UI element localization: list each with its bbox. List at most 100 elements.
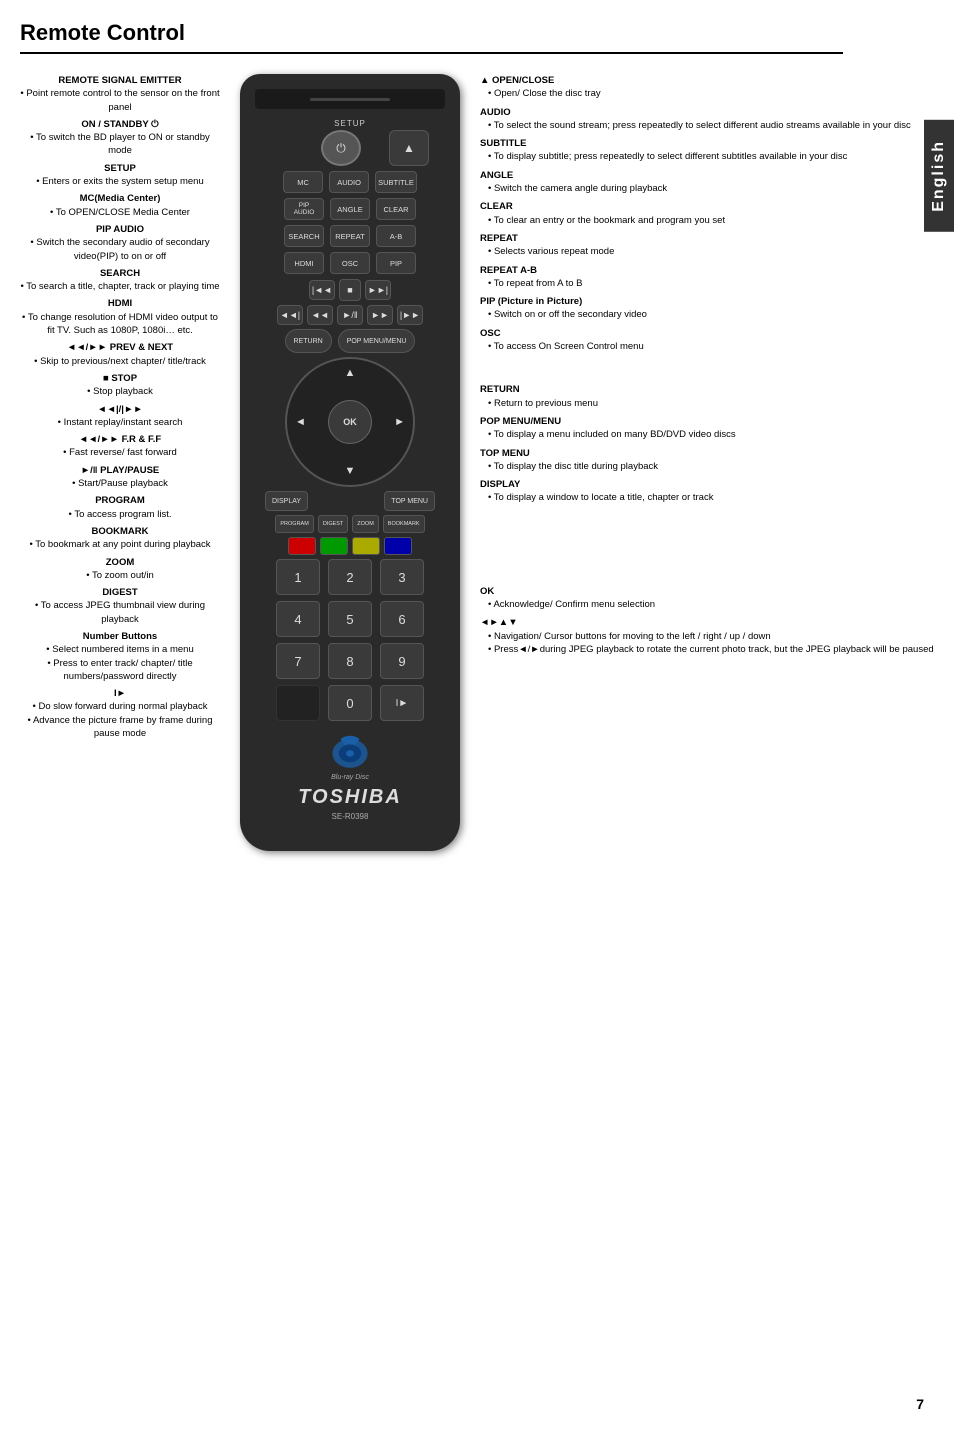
mc-audio-subtitle-row: MC AUDIO SUBTITLE <box>255 171 445 193</box>
label-right-clear: CLEAR <box>480 200 940 213</box>
next-chapter-button[interactable]: ►►| <box>365 280 391 300</box>
hdmi-button[interactable]: HDMI <box>284 252 324 274</box>
zoom-button[interactable]: ZOOM <box>352 515 379 533</box>
section-play-pause: ►/‖ PLAY/PAUSE • Start/Pause playback <box>20 464 220 491</box>
num-6-button[interactable]: 6 <box>380 601 424 637</box>
slow-fwd-button[interactable]: I► <box>380 685 424 721</box>
bluray-area: Blu-ray Disc <box>255 731 445 781</box>
desc-prev-next: • Skip to previous/next chapter/ title/t… <box>20 355 220 368</box>
num-8-button[interactable]: 8 <box>328 643 372 679</box>
label-right-top-menu: TOP MENU <box>480 447 940 460</box>
nav-left-button[interactable]: ◄ <box>295 416 306 428</box>
nav-right-button[interactable]: ► <box>394 416 405 428</box>
label-right-subtitle: SUBTITLE <box>480 137 940 150</box>
num-4-button[interactable]: 4 <box>276 601 320 637</box>
right-repeat: REPEAT • Selects various repeat mode <box>480 232 940 259</box>
desc-bookmark: • To bookmark at any point during playba… <box>20 538 220 551</box>
desc-instant: • Instant replay/instant search <box>20 416 220 429</box>
label-mc: MC(Media Center) <box>20 192 220 205</box>
desc-right-subtitle: • To display subtitle; press repeatedly … <box>480 150 940 163</box>
num-1-button[interactable]: 1 <box>276 559 320 595</box>
desc-right-osc: • To access On Screen Control menu <box>480 340 940 353</box>
program-nav-button[interactable]: PROGRAM <box>275 515 313 533</box>
label-fr-ff: ◄◄/►► F.R & F.F <box>20 433 220 446</box>
label-right-pip: PIP (Picture in Picture) <box>480 295 940 308</box>
prev-button[interactable]: ◄◄ <box>307 305 333 325</box>
rewind-button[interactable]: ◄◄| <box>277 305 303 325</box>
desc-right-nav-1: • Navigation/ Cursor buttons for moving … <box>480 630 940 643</box>
pip-audio-button[interactable]: PIPAUDIO <box>284 198 324 220</box>
angle-button[interactable]: ANGLE <box>330 198 370 220</box>
stop-button[interactable]: ■ <box>339 279 361 301</box>
desc-right-repeat: • Selects various repeat mode <box>480 245 940 258</box>
desc-program: • To access program list. <box>20 508 220 521</box>
bluray-logo-icon <box>325 731 375 771</box>
num-0-button[interactable]: 0 <box>328 685 372 721</box>
num-2-button[interactable]: 2 <box>328 559 372 595</box>
right-repeat-ab: REPEAT A-B • To repeat from A to B <box>480 264 940 291</box>
section-pip-audio: PIP AUDIO • Switch the secondary audio o… <box>20 223 220 263</box>
num-7-button[interactable]: 7 <box>276 643 320 679</box>
return-popmenu-row: RETURN POP MENU/MENU <box>255 329 445 353</box>
section-instant: ◄◄|/|►► • Instant replay/instant search <box>20 403 220 430</box>
audio-button[interactable]: AUDIO <box>329 171 369 193</box>
power-button[interactable]: ⏻ <box>321 130 361 166</box>
remote-body: SETUP ⏻ ▲ MC AUDIO SUBTITLE PIPAUDIO <box>240 74 460 851</box>
label-right-osc: OSC <box>480 327 940 340</box>
digest-button[interactable]: DIGEST <box>318 515 348 533</box>
repeat-button[interactable]: REPEAT <box>330 225 370 247</box>
label-right-display: DISPLAY <box>480 478 940 491</box>
label-right-pop-menu: POP MENU/MENU <box>480 415 940 428</box>
nav-down-button[interactable]: ▼ <box>345 465 356 477</box>
remote-sensor <box>255 89 445 109</box>
label-bookmark: BOOKMARK <box>20 525 220 538</box>
num-5-button[interactable]: 5 <box>328 601 372 637</box>
label-slow-forward: I► <box>20 687 220 700</box>
section-program: PROGRAM • To access program list. <box>20 494 220 521</box>
right-osc: OSC • To access On Screen Control menu <box>480 327 940 354</box>
fast-fwd2-button[interactable]: |►► <box>397 305 423 325</box>
osc-button[interactable]: OSC <box>330 252 370 274</box>
right-ok-section: OK • Acknowledge/ Confirm menu selection… <box>480 585 940 656</box>
return-button[interactable]: RETURN <box>285 329 332 353</box>
red-button[interactable] <box>288 537 316 555</box>
nav-up-button[interactable]: ▲ <box>345 367 356 379</box>
bookmark-button[interactable]: BOOKMARK <box>383 515 425 533</box>
ab-button[interactable]: A-B <box>376 225 416 247</box>
display-topmenu-row: DISPLAY TOP MENU <box>255 491 445 511</box>
desc-right-pip: • Switch on or off the secondary video <box>480 308 940 321</box>
desc-right-nav-2: • Press◄/►during JPEG playback to rotate… <box>480 643 940 656</box>
label-right-repeat: REPEAT <box>480 232 940 245</box>
num-3-button[interactable]: 3 <box>380 559 424 595</box>
right-display: DISPLAY • To display a window to locate … <box>480 478 940 505</box>
mc-button[interactable]: MC <box>283 171 323 193</box>
pip-button[interactable]: PIP <box>376 252 416 274</box>
numpad-row-1: 1 2 3 <box>260 559 440 595</box>
search-button[interactable]: SEARCH <box>284 225 324 247</box>
label-right-ok: OK <box>480 585 940 598</box>
setup-label: SETUP <box>255 119 445 128</box>
desc-search: • To search a title, chapter, track or p… <box>20 280 220 293</box>
green-button[interactable] <box>320 537 348 555</box>
section-digest: DIGEST • To access JPEG thumbnail view d… <box>20 586 220 626</box>
eject-button[interactable]: ▲ <box>389 130 429 166</box>
label-hdmi: HDMI <box>20 297 220 310</box>
section-slow-forward: I► • Do slow forward during normal playb… <box>20 687 220 740</box>
section-mc: MC(Media Center) • To OPEN/CLOSE Media C… <box>20 192 220 219</box>
yellow-button[interactable] <box>352 537 380 555</box>
top-menu-button[interactable]: TOP MENU <box>384 491 435 511</box>
num-9-button[interactable]: 9 <box>380 643 424 679</box>
fast-forward-button[interactable]: ►► <box>367 305 393 325</box>
pop-menu-button[interactable]: POP MENU/MENU <box>338 329 416 353</box>
blue-button[interactable] <box>384 537 412 555</box>
clear-button[interactable]: CLEAR <box>376 198 416 220</box>
display-button[interactable]: DISPLAY <box>265 491 308 511</box>
prev-chapter-button[interactable]: |◄◄ <box>309 280 335 300</box>
numpad-row-4: 0 I► <box>260 685 440 721</box>
right-audio: AUDIO • To select the sound stream; pres… <box>480 106 940 133</box>
subtitle-button[interactable]: SUBTITLE <box>375 171 417 193</box>
desc-number-buttons: • Select numbered items in a menu• Press… <box>20 643 220 683</box>
ok-button[interactable]: OK <box>328 400 372 444</box>
left-column: REMOTE SIGNAL EMITTER • Point remote con… <box>20 74 220 851</box>
play-pause-button[interactable]: ►/‖ <box>337 305 363 325</box>
